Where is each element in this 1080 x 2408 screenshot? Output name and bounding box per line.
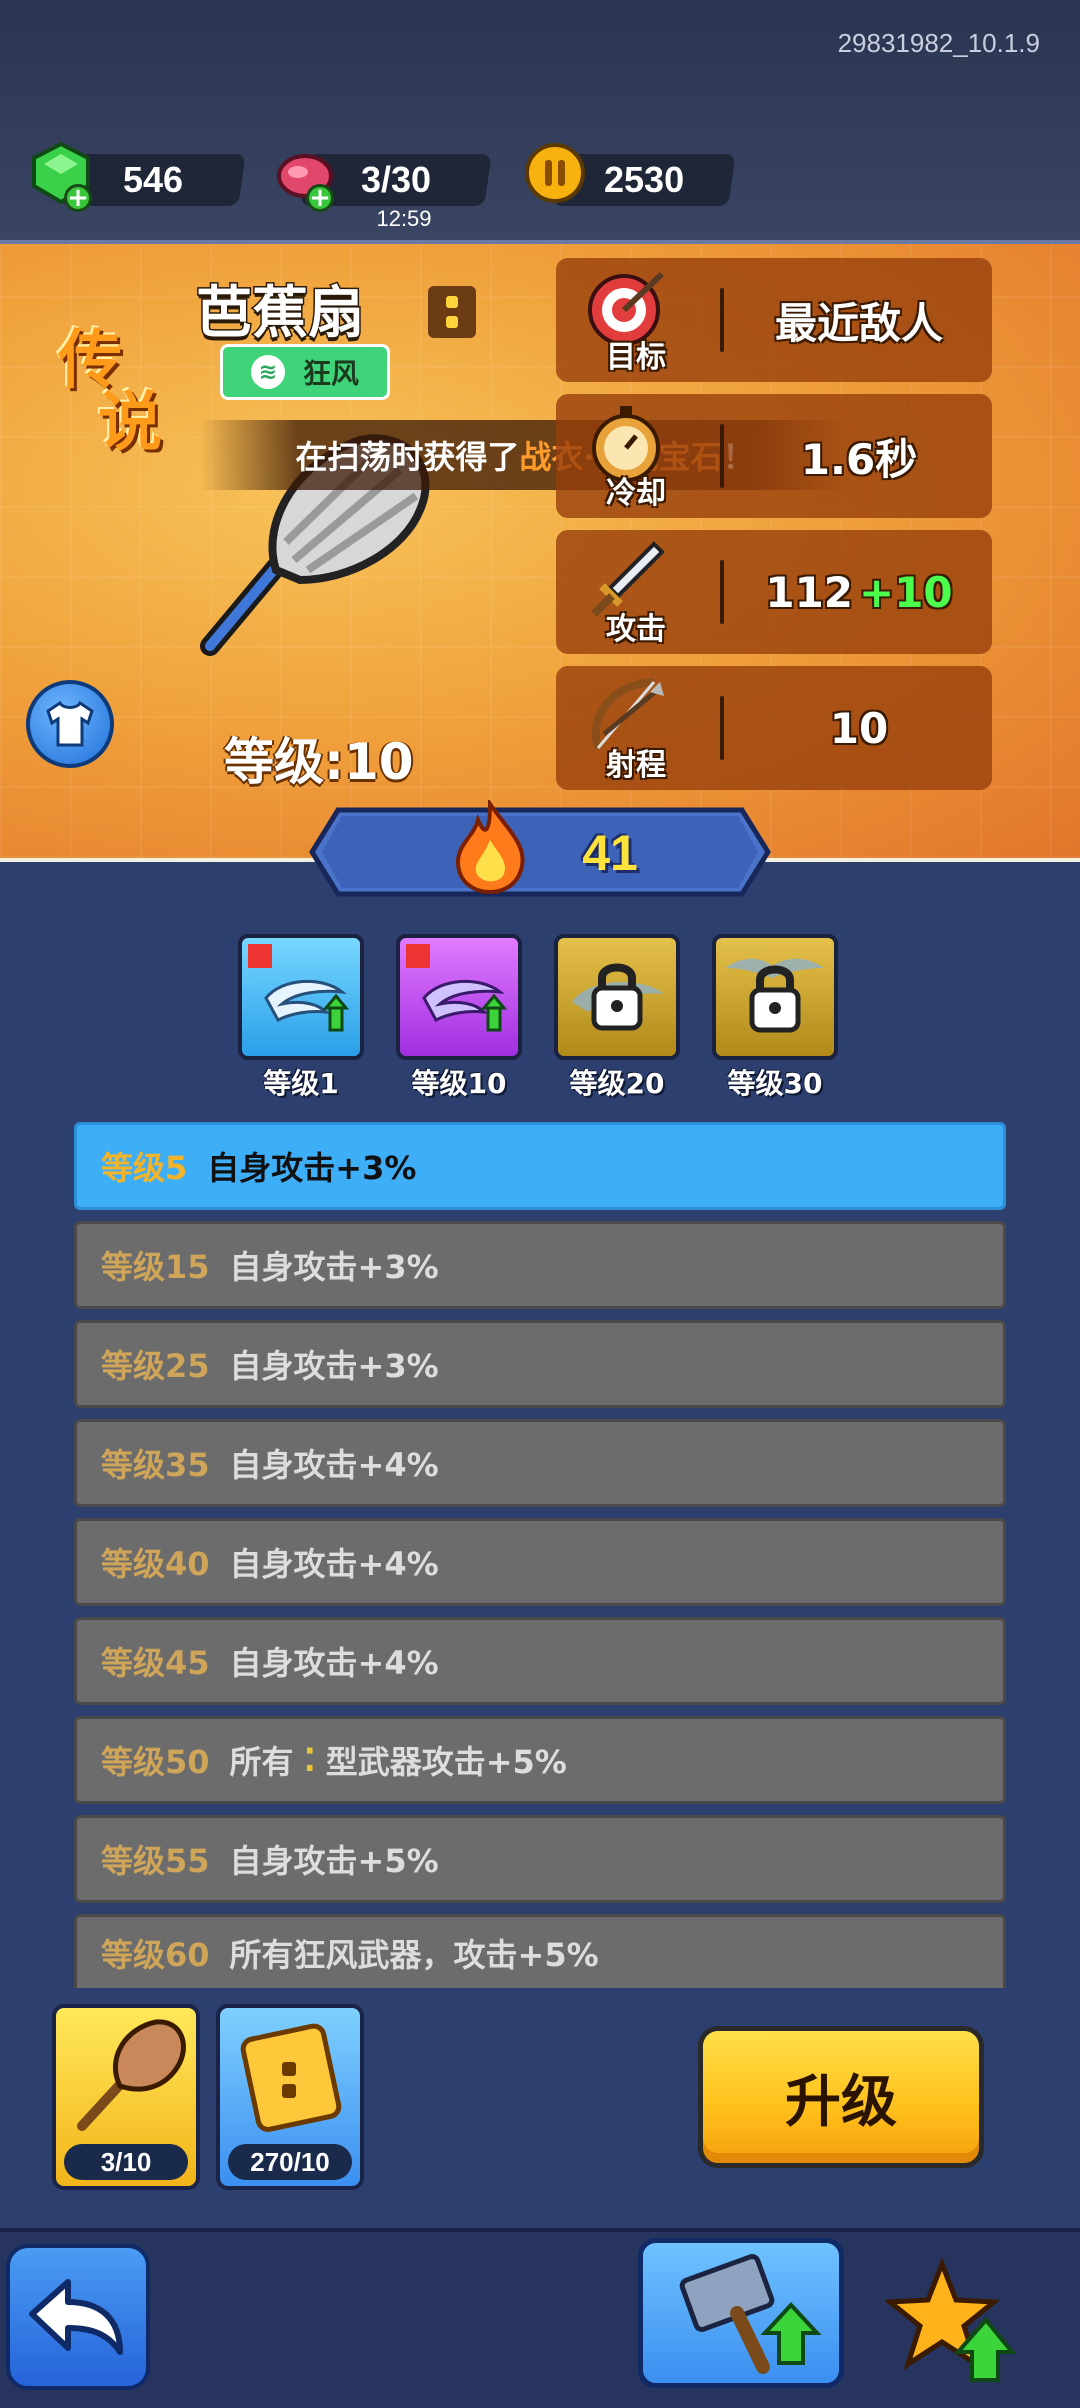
rarity-tag: 传 说 xyxy=(58,329,162,460)
gem-count: 546 xyxy=(122,159,184,200)
stat-value: 10 xyxy=(829,703,889,753)
material-count: 3/10 xyxy=(64,2144,188,2180)
material-slot-fan[interactable]: 3/10 xyxy=(52,2004,200,2190)
stat-label: 冷却 xyxy=(606,476,666,511)
perk-row[interactable]: 等级60 所有狂风武器，攻击+5% xyxy=(74,1914,1006,1988)
back-button[interactable] xyxy=(6,2244,150,2390)
coin-icon xyxy=(522,140,588,206)
outfit-button[interactable] xyxy=(26,680,114,768)
perk-text: 自身攻击+4% xyxy=(229,1644,439,1682)
upgrade-button[interactable]: 升级 xyxy=(698,2026,984,2168)
scroll-item-icon xyxy=(240,2023,342,2132)
perk-text: 自身攻击+3% xyxy=(207,1149,417,1187)
perk-level: 等级15 xyxy=(101,1248,210,1286)
stat-value: 1.6秒 xyxy=(800,434,918,484)
perk-text: 自身攻击+3% xyxy=(229,1347,439,1385)
upgrade-label: 升级 xyxy=(785,2069,897,2135)
perk-row[interactable]: 等级5 自身攻击+3% xyxy=(74,1122,1006,1210)
forge-button[interactable] xyxy=(638,2238,844,2388)
stat-label: 目标 xyxy=(606,340,666,375)
rarity-char-2: 说 xyxy=(98,385,162,460)
skill-slot-1[interactable] xyxy=(238,934,364,1060)
shirt-icon xyxy=(46,701,94,747)
perk-row[interactable]: 等级40 自身攻击+4% xyxy=(74,1518,1006,1606)
menu-dots-icon: ⁚ xyxy=(303,1741,316,1779)
perk-level: 等级50 xyxy=(101,1743,210,1781)
stat-cooldown: 冷却 1.6秒 xyxy=(556,394,992,518)
perk-row[interactable]: 等级35 自身攻击+4% xyxy=(74,1419,1006,1507)
stat-bonus: +10 xyxy=(859,567,953,617)
stat-attack: 攻击 112 +10 xyxy=(556,530,992,654)
perk-row[interactable]: 等级50 所有 ⁚ 型武器攻击+5% xyxy=(74,1716,1006,1804)
power-value: 41 xyxy=(582,825,638,881)
perk-text: 所有狂风武器，攻击+5% xyxy=(229,1935,599,1974)
perk-text: 自身攻击+4% xyxy=(229,1446,439,1484)
stat-label: 攻击 xyxy=(606,612,666,647)
skill-label: 等级30 xyxy=(727,1067,823,1100)
perk-level: 等级45 xyxy=(101,1644,210,1682)
perk-text: 自身攻击+5% xyxy=(229,1842,439,1880)
add-gems-icon[interactable]: + xyxy=(64,183,92,213)
perk-level: 等级55 xyxy=(101,1842,210,1880)
back-arrow-icon xyxy=(29,2279,123,2355)
perk-level: 等级35 xyxy=(101,1446,210,1484)
skill-slot-2[interactable] xyxy=(396,934,522,1060)
stat-label: 射程 xyxy=(606,748,666,783)
perk-level: 等级60 xyxy=(101,1935,210,1974)
skill-slot-3-locked[interactable] xyxy=(554,934,680,1060)
weapon-menu-button[interactable] xyxy=(428,286,476,338)
material-count: 270/10 xyxy=(228,2144,352,2180)
skill-label: 等级1 xyxy=(263,1067,339,1100)
perk-text: 自身攻击+4% xyxy=(229,1545,439,1583)
weapon-name: 芭蕉扇 xyxy=(195,279,366,348)
hammer-upgrade-icon xyxy=(679,2254,822,2374)
add-energy-icon[interactable]: + xyxy=(306,183,334,213)
skill-label: 等级20 xyxy=(569,1067,665,1100)
perk-level: 等级5 xyxy=(101,1149,188,1187)
perk-level: 等级40 xyxy=(101,1545,210,1583)
perk-text: 型武器攻击+5% xyxy=(325,1743,567,1781)
stat-value: 112 xyxy=(765,567,854,617)
version-label: 29831982_10.1.9 xyxy=(837,28,1040,58)
tornado-icon: ≋ xyxy=(250,355,285,389)
drop-notice-prefix: 在扫荡时获得了 xyxy=(295,438,520,476)
star-upgrade-icon xyxy=(883,2257,1017,2382)
weapon-level: 等级:10 xyxy=(224,733,414,791)
stat-value: 最近敌人 xyxy=(774,298,943,348)
skill-label: 等级10 xyxy=(411,1067,507,1100)
perk-row[interactable]: 等级55 自身攻击+5% xyxy=(74,1815,1006,1903)
fan-item-icon xyxy=(77,2019,186,2131)
weapon-type-badge[interactable]: ≋ 狂风 xyxy=(220,344,390,400)
stat-range: 射程 10 xyxy=(556,666,992,790)
perk-text: 自身攻击+3% xyxy=(229,1248,439,1286)
material-slot-scroll[interactable]: 270/10 xyxy=(216,2004,364,2190)
coin-count: 2530 xyxy=(603,159,685,200)
stat-target: 目标 最近敌人 xyxy=(556,258,992,382)
perk-row[interactable]: 等级25 自身攻击+3% xyxy=(74,1320,1006,1408)
skill-slot-4-locked[interactable] xyxy=(712,934,838,1060)
perk-row[interactable]: 等级15 自身攻击+3% xyxy=(74,1221,1006,1309)
flame-icon xyxy=(448,797,532,896)
perk-level: 等级25 xyxy=(101,1347,210,1385)
perk-row[interactable]: 等级45 自身攻击+4% xyxy=(74,1617,1006,1705)
perk-text: 所有 xyxy=(229,1743,294,1781)
energy-timer: 12:59 xyxy=(376,206,432,231)
star-upgrade-button[interactable] xyxy=(883,2256,1017,2386)
weapon-type-label: 狂风 xyxy=(302,357,359,390)
energy-count: 3/30 xyxy=(360,159,432,200)
